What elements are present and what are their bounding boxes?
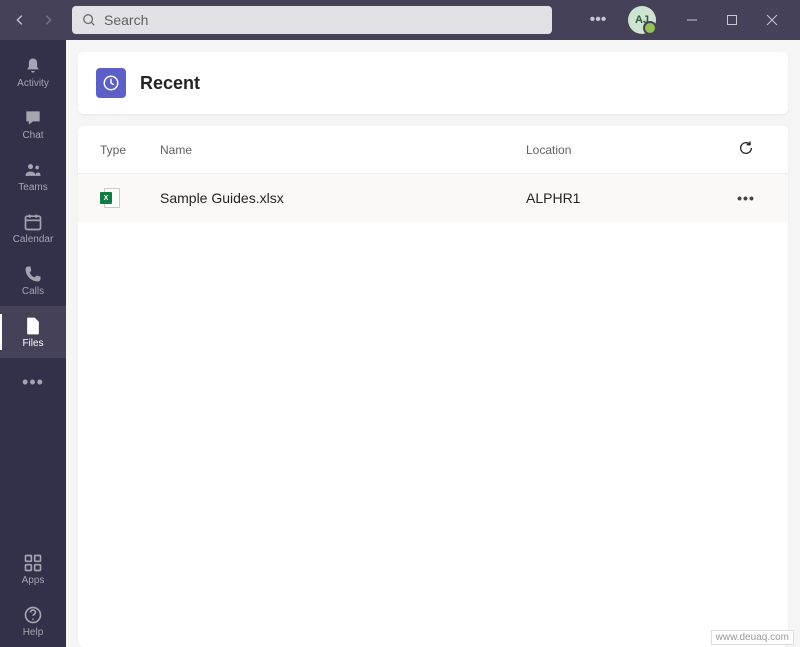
app-sidebar: Activity Chat Teams Calendar Calls Files… [0, 40, 66, 647]
page-title: Recent [140, 73, 200, 94]
phone-icon [23, 264, 43, 284]
calendar-icon [23, 212, 43, 232]
apps-icon [23, 553, 43, 573]
sidebar-item-files[interactable]: Files [0, 306, 66, 358]
sidebar-label: Activity [17, 78, 49, 89]
refresh-button[interactable] [738, 140, 754, 159]
content-area: Recent Type Name Location X [66, 40, 800, 647]
chat-icon [23, 108, 43, 128]
ellipsis-icon: ••• [590, 11, 607, 29]
sidebar-item-calendar[interactable]: Calendar [0, 202, 66, 254]
sidebar-label: Teams [18, 182, 47, 193]
sidebar-item-help[interactable]: Help [0, 595, 66, 647]
refresh-icon [738, 140, 754, 156]
sidebar-label: Calendar [13, 234, 54, 245]
close-icon [766, 14, 778, 26]
search-input[interactable]: Search [72, 6, 552, 34]
sidebar-item-apps[interactable]: Apps [0, 543, 66, 595]
chevron-right-icon [41, 13, 55, 27]
titlebar-right: ••• AJ [584, 0, 792, 40]
page-header: Recent [78, 52, 788, 114]
minimize-button[interactable] [672, 0, 712, 40]
sidebar-label: Calls [22, 286, 44, 297]
search-placeholder: Search [104, 12, 148, 28]
bell-icon [23, 56, 43, 76]
watermark: www.deuaq.com [711, 630, 794, 645]
window-controls [672, 0, 792, 40]
back-button[interactable] [8, 8, 32, 32]
file-icon [23, 316, 43, 336]
file-name: Sample Guides.xlsx [160, 190, 526, 206]
ellipsis-icon: ••• [737, 190, 755, 206]
nav-arrows [8, 8, 60, 32]
avatar-initials: AJ [635, 14, 649, 26]
sidebar-more-button[interactable]: ••• [0, 362, 66, 402]
sidebar-item-calls[interactable]: Calls [0, 254, 66, 306]
column-name[interactable]: Name [160, 143, 526, 157]
teams-icon [23, 160, 43, 180]
sidebar-item-chat[interactable]: Chat [0, 98, 66, 150]
column-type[interactable]: Type [100, 143, 160, 157]
search-icon [82, 13, 96, 27]
maximize-icon [726, 14, 738, 26]
sidebar-label: Help [23, 627, 44, 638]
file-location: ALPHR1 [526, 190, 726, 206]
ellipsis-icon: ••• [22, 372, 44, 393]
sidebar-label: Files [22, 338, 43, 349]
chevron-left-icon [13, 13, 27, 27]
sidebar-item-activity[interactable]: Activity [0, 46, 66, 98]
sidebar-label: Apps [22, 575, 45, 586]
sidebar-item-teams[interactable]: Teams [0, 150, 66, 202]
file-row[interactable]: X Sample Guides.xlsx ALPHR1 ••• [78, 174, 788, 222]
list-header: Type Name Location [78, 126, 788, 174]
maximize-button[interactable] [712, 0, 752, 40]
forward-button[interactable] [36, 8, 60, 32]
column-location[interactable]: Location [526, 143, 726, 157]
recent-icon [96, 68, 126, 98]
excel-file-icon: X [100, 188, 120, 208]
file-list-card: Type Name Location X Sample Guides.xlsx [78, 126, 788, 647]
close-button[interactable] [752, 0, 792, 40]
title-bar: Search ••• AJ [0, 0, 800, 40]
help-icon [23, 605, 43, 625]
avatar[interactable]: AJ [628, 6, 656, 34]
sidebar-label: Chat [22, 130, 43, 141]
file-more-button[interactable]: ••• [737, 190, 755, 206]
clock-icon [102, 74, 120, 92]
more-options-button[interactable]: ••• [584, 6, 612, 34]
minimize-icon [686, 14, 698, 26]
